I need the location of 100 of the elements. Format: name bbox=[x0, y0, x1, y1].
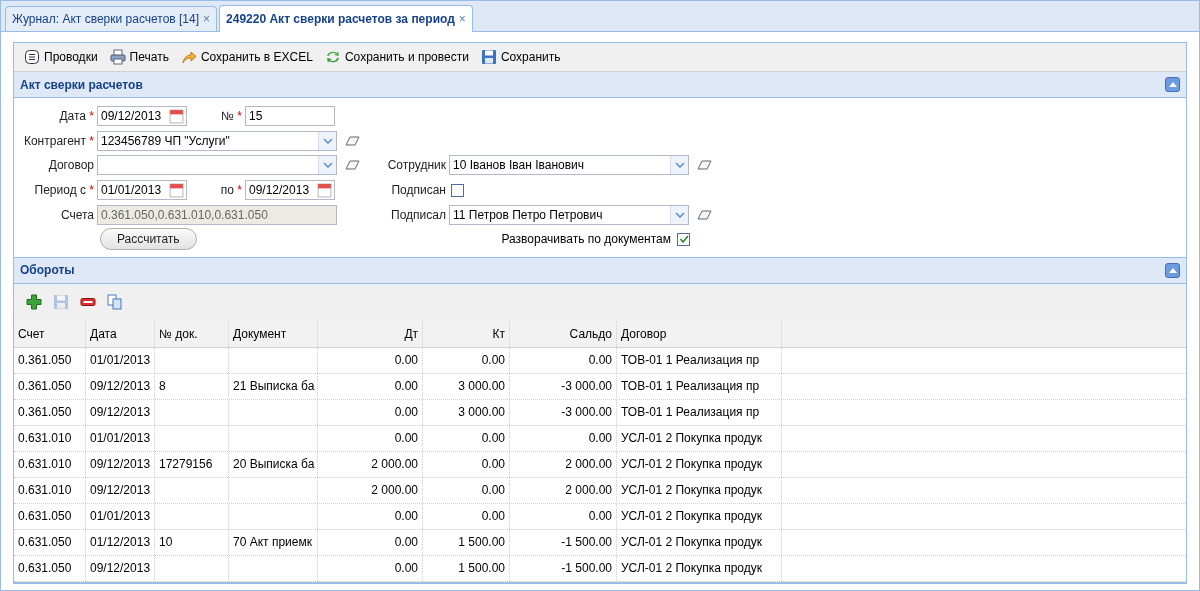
calendar-icon bbox=[169, 108, 184, 124]
column-header[interactable]: № док. bbox=[159, 326, 198, 341]
table-cell: 0.631.050 bbox=[18, 509, 72, 524]
table-cell: 0.00 bbox=[481, 483, 505, 498]
table-cell: 0.00 bbox=[394, 431, 418, 446]
table-cell: ТОВ-01 1 Реализация пр bbox=[621, 379, 760, 394]
eraser-icon[interactable] bbox=[345, 160, 361, 171]
toolbar-button[interactable]: Сохранить bbox=[476, 47, 565, 67]
table-cell: 01/01/2013 bbox=[90, 509, 151, 524]
column-header[interactable]: Сальдо bbox=[569, 326, 612, 341]
collapse-button[interactable] bbox=[1165, 262, 1180, 278]
tab[interactable]: 249220 Акт сверки расчетов за период × bbox=[219, 5, 473, 32]
table-cell: -3 000.00 bbox=[561, 379, 612, 394]
table-cell: 0.00 bbox=[394, 561, 418, 576]
table-cell: 0.361.050 bbox=[18, 405, 72, 420]
table-cell: 1 500.00 bbox=[458, 561, 505, 576]
field-label: Договор bbox=[47, 158, 95, 173]
close-icon[interactable]: × bbox=[458, 12, 466, 26]
dropdown-icon[interactable] bbox=[670, 205, 688, 224]
table-cell: 0.00 bbox=[481, 457, 505, 472]
column-header[interactable]: Документ bbox=[233, 326, 287, 341]
triangle-icon bbox=[1168, 82, 1177, 87]
calendar-icon bbox=[317, 182, 332, 198]
table-cell: 0.00 bbox=[394, 509, 418, 524]
field-label: Сотрудник bbox=[386, 158, 447, 173]
column-header[interactable]: Кт bbox=[492, 326, 505, 341]
table-cell: 0.361.050 bbox=[18, 353, 72, 368]
date-field[interactable]: 09/12/2013 bbox=[97, 106, 187, 127]
table-cell: 17279156 bbox=[159, 457, 213, 472]
eraser-icon[interactable] bbox=[345, 135, 361, 146]
column-header[interactable]: Счет bbox=[18, 326, 45, 341]
date-field[interactable]: 09/12/2013 bbox=[245, 180, 335, 201]
table-cell: 2 000.00 bbox=[565, 457, 612, 472]
table-cell: 1 500.00 bbox=[458, 535, 505, 550]
table-cell: 09/12/2013 bbox=[90, 561, 151, 576]
table-cell: 0.361.050 bbox=[18, 379, 72, 394]
calculate-button[interactable]: Рассчитать bbox=[100, 228, 197, 251]
table-cell: 0.00 bbox=[394, 405, 418, 420]
dropdown-icon[interactable] bbox=[318, 156, 336, 175]
toolbar-button[interactable]: Сохранить и провести bbox=[320, 47, 473, 67]
table-cell: 0.631.010 bbox=[18, 457, 72, 472]
arrow-icon bbox=[180, 49, 197, 65]
add-icon[interactable] bbox=[26, 294, 42, 311]
table-cell: УСЛ-01 2 Покупка продук bbox=[621, 561, 762, 576]
eraser-icon[interactable] bbox=[697, 160, 713, 171]
table-cell: 01/12/2013 bbox=[90, 535, 151, 550]
table-cell: 0.00 bbox=[588, 431, 612, 446]
table-cell: -1 500.00 bbox=[561, 535, 612, 550]
table-cell: 0.631.050 bbox=[18, 561, 72, 576]
table-cell: 01/01/2013 bbox=[90, 431, 151, 446]
panel-title: Акт сверки расчетов bbox=[20, 77, 143, 92]
toolbar-button[interactable]: Проводки bbox=[20, 47, 102, 67]
field-label: Подписан bbox=[390, 183, 447, 198]
table-cell: 3 000.00 bbox=[458, 379, 505, 394]
number-field[interactable]: 15 bbox=[245, 106, 335, 127]
collapse-button[interactable] bbox=[1165, 77, 1180, 92]
checkbox[interactable] bbox=[677, 232, 690, 246]
table-cell: УСЛ-01 2 Покупка продук bbox=[621, 535, 762, 550]
column-header[interactable]: Дата bbox=[90, 326, 117, 341]
dropdown-icon[interactable] bbox=[318, 131, 336, 150]
table-cell: 0.631.010 bbox=[18, 431, 72, 446]
table-cell: 0.00 bbox=[481, 353, 505, 368]
signer-combo[interactable]: 11 Петров Петро Петрович bbox=[449, 204, 689, 225]
table-cell: 09/12/2013 bbox=[90, 483, 151, 498]
table-cell: 70 Акт приемк bbox=[233, 535, 312, 550]
triangle-icon bbox=[1168, 267, 1177, 273]
toolbar-button[interactable]: Сохранить в EXCEL bbox=[176, 47, 317, 67]
table-cell: 0.00 bbox=[394, 379, 418, 394]
toolbar-button[interactable]: Печать bbox=[105, 47, 173, 67]
table-cell: 0.00 bbox=[588, 509, 612, 524]
table-cell: 20 Выписка ба bbox=[233, 457, 315, 472]
table-cell: 0.00 bbox=[394, 353, 418, 368]
save-icon bbox=[480, 49, 497, 65]
table-cell: -3 000.00 bbox=[561, 405, 612, 420]
column-header[interactable]: Договор bbox=[621, 326, 667, 341]
table-cell: 8 bbox=[159, 379, 166, 394]
table-cell: 09/12/2013 bbox=[90, 379, 151, 394]
dropdown-icon[interactable] bbox=[670, 156, 688, 175]
table-cell: -1 500.00 bbox=[561, 561, 612, 576]
table-cell: УСЛ-01 2 Покупка продук bbox=[621, 483, 762, 498]
counterparty-combo[interactable]: 123456789 ЧП "Услуги" bbox=[97, 130, 337, 151]
contract-combo[interactable] bbox=[97, 155, 337, 176]
field-label: Контрагент * bbox=[22, 133, 95, 148]
field-label: Разворачивать по документам bbox=[501, 232, 672, 247]
table-cell: 3 000.00 bbox=[458, 405, 505, 420]
tab[interactable]: Журнал: Акт сверки расчетов [14] × bbox=[5, 6, 218, 31]
employee-combo[interactable]: 10 Іванов Іван Іванович bbox=[449, 155, 689, 176]
eraser-icon[interactable] bbox=[697, 209, 713, 220]
panel-title: Обороты bbox=[20, 263, 75, 278]
table-cell: 09/12/2013 bbox=[90, 457, 151, 472]
date-field[interactable]: 01/01/2013 bbox=[97, 180, 187, 201]
column-header[interactable]: Дт bbox=[404, 326, 418, 341]
table-cell: 0.00 bbox=[394, 535, 418, 550]
field-label: Подписал bbox=[390, 207, 447, 222]
table-cell: 21 Выписка ба bbox=[233, 379, 315, 394]
field-label: Дата * bbox=[58, 109, 95, 124]
checkbox[interactable] bbox=[451, 183, 464, 197]
printer-icon bbox=[109, 49, 126, 65]
close-icon[interactable]: × bbox=[203, 12, 211, 26]
copy-icon[interactable] bbox=[107, 294, 123, 311]
